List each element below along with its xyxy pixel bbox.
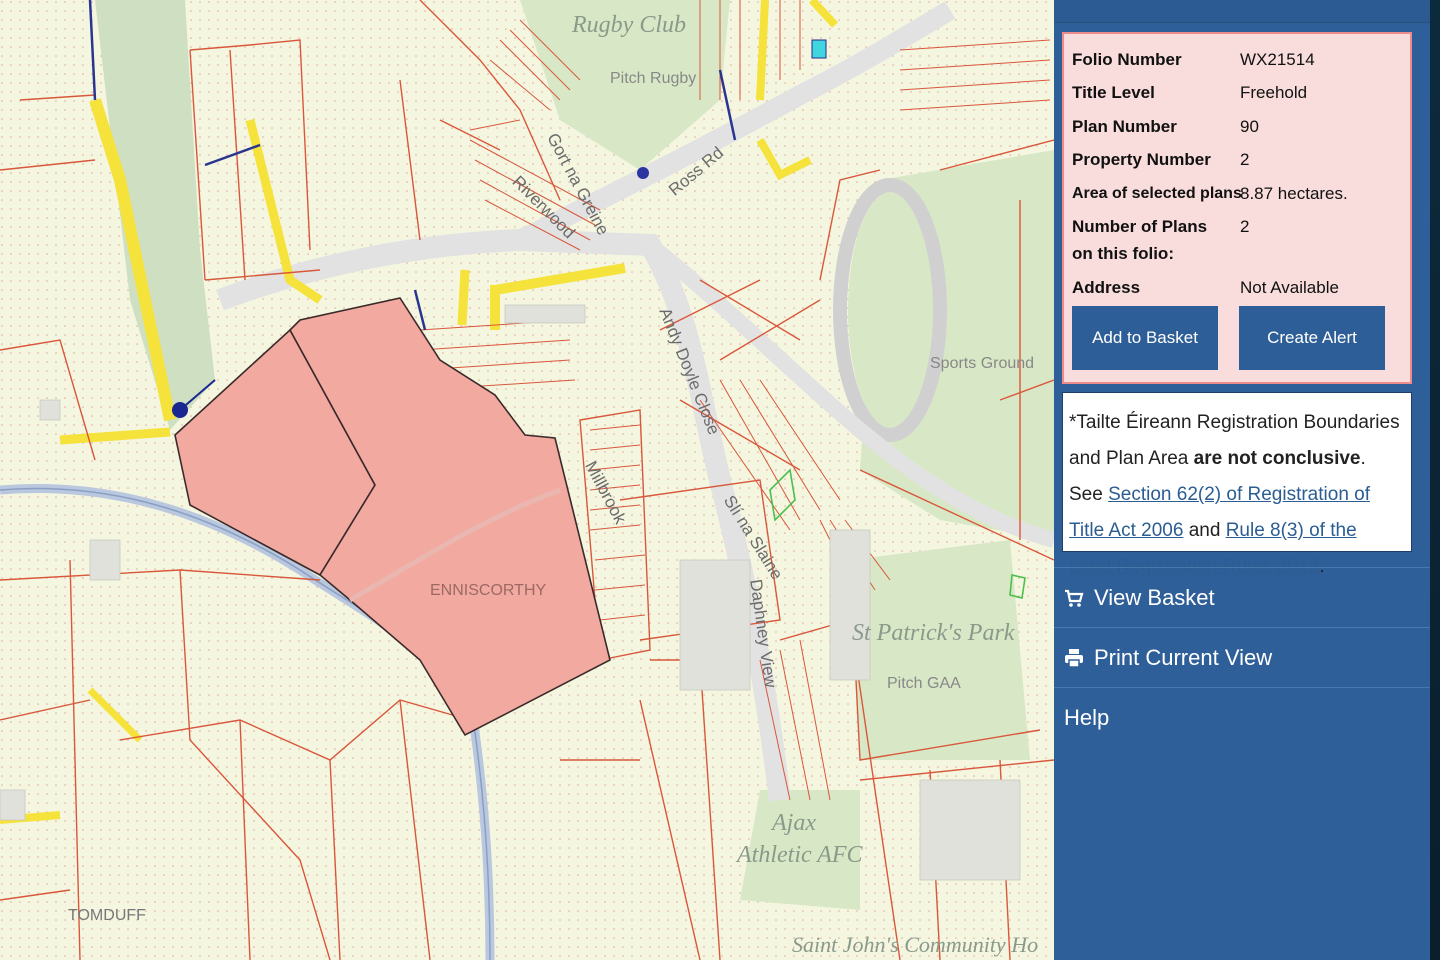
help-label: Help	[1064, 705, 1110, 730]
folio-row-key: Address	[1072, 278, 1141, 297]
label-sports-ground: Sports Ground	[930, 355, 1035, 372]
folio-row-key: Area of selected plans	[1072, 185, 1242, 202]
app-root: Rugby Club Pitch Rugby Gort na Greine Ro…	[0, 0, 1440, 960]
folio-row-value: Freehold	[1240, 83, 1308, 102]
label-saint-johns: Saint John's Community Ho	[792, 932, 1039, 957]
disclaimer-box: *Tailte Éireann Registration Boundaries …	[1062, 392, 1412, 577]
folio-row-key: Property Number	[1072, 150, 1211, 169]
label-st-patricks-park: St Patrick's Park	[852, 620, 1015, 646]
folio-row-key: Folio Number	[1072, 50, 1182, 69]
disclaimer-and: and	[1183, 520, 1226, 541]
label-pitch-rugby: Pitch Rugby	[610, 70, 697, 87]
cart-icon	[1064, 588, 1084, 608]
help-menu-item[interactable]: Help	[1054, 687, 1430, 748]
map-drawing	[0, 0, 1054, 960]
side-panel: Folio Number WX21514 Title Level Freehol…	[1054, 0, 1430, 960]
folio-row-value: 90	[1240, 117, 1259, 136]
label-enniscorthy: ENNISCORTHY	[430, 582, 547, 599]
label-pitch-gaa: Pitch GAA	[887, 675, 961, 692]
disclaimer-bold: are not conclusive	[1193, 448, 1361, 469]
folio-row-key: Number of Plans on this folio:	[1072, 217, 1208, 263]
label-tomduff: TOMDUFF	[68, 907, 146, 924]
folio-row-value: 2	[1240, 217, 1250, 236]
print-view-label: Print Current View	[1094, 645, 1273, 670]
create-alert-button[interactable]: Create Alert	[1239, 306, 1385, 370]
print-view-menu-item[interactable]: Print Current View	[1054, 627, 1430, 688]
folio-row-key: Plan Number	[1072, 117, 1177, 136]
window-edge	[1430, 0, 1440, 960]
map-canvas[interactable]: Rugby Club Pitch Rugby Gort na Greine Ro…	[0, 0, 1054, 960]
label-rugby-club: Rugby Club	[572, 12, 686, 38]
folio-row-value: WX21514	[1240, 50, 1315, 69]
panel-top-strip	[1054, 0, 1430, 23]
folio-row-value: 2	[1240, 150, 1250, 169]
label-ajax: Ajax	[772, 810, 816, 836]
view-basket-menu-item[interactable]: View Basket	[1054, 567, 1430, 628]
printer-icon	[1064, 648, 1084, 668]
label-athletic-afc: Athletic AFC	[737, 842, 863, 868]
folio-row-value: Not Available	[1240, 278, 1339, 297]
add-to-basket-button[interactable]: Add to Basket	[1072, 306, 1218, 370]
folio-row-value: 8.87 hectares.	[1240, 184, 1348, 203]
view-basket-label: View Basket	[1094, 585, 1215, 610]
folio-row-key: Title Level	[1072, 83, 1155, 102]
folio-info-box: Folio Number WX21514 Title Level Freehol…	[1062, 32, 1412, 384]
